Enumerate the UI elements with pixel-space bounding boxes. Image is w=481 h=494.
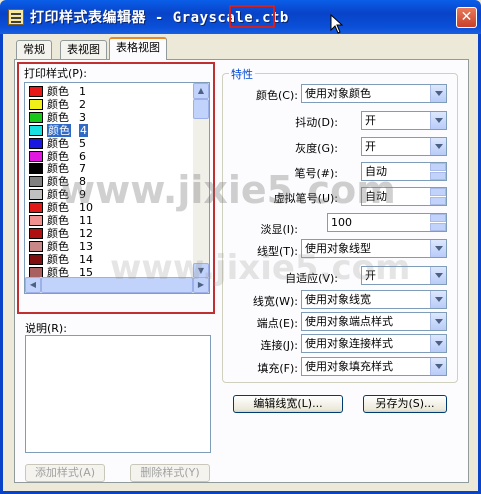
- join-value: 使用对象连接样式: [305, 337, 393, 350]
- list-item-number: 12: [79, 226, 93, 240]
- endcap-select[interactable]: 使用对象端点样式: [301, 312, 447, 331]
- filename-highlight: [229, 5, 275, 28]
- list-item-number: 4: [79, 123, 88, 137]
- screening-spinner[interactable]: 100: [327, 213, 447, 232]
- chevron-down-icon[interactable]: [430, 313, 446, 330]
- spin-down-icon[interactable]: [430, 197, 446, 205]
- join-label: 连接(J):: [260, 339, 298, 352]
- spin-down-icon[interactable]: [430, 223, 446, 231]
- spin-up-icon[interactable]: [430, 188, 446, 196]
- color-swatch: [29, 137, 43, 149]
- styles-list-label: 打印样式(P):: [24, 67, 87, 80]
- color-label: 颜色(C):: [256, 89, 298, 102]
- color-value: 使用对象颜色: [305, 87, 371, 100]
- list-item-name: 颜色: [47, 252, 69, 266]
- color-swatch: [29, 202, 43, 214]
- scroll-thumb[interactable]: [193, 99, 209, 119]
- lineweight-select[interactable]: 使用对象线宽: [301, 290, 447, 309]
- list-item-name: 颜色: [47, 214, 69, 227]
- list-item-name: 颜色: [47, 149, 69, 163]
- list-item-number: 11: [79, 214, 93, 227]
- dither-select[interactable]: 开: [361, 111, 447, 130]
- lineweight-value: 使用对象线宽: [305, 293, 371, 306]
- list-item-name: 颜色: [47, 123, 71, 137]
- color-swatch: [29, 215, 43, 226]
- list-item-number: 1: [79, 85, 86, 98]
- table-editor-icon: [8, 9, 24, 25]
- description-textarea[interactable]: [25, 335, 211, 453]
- grayscale-select[interactable]: 开: [361, 137, 447, 156]
- chevron-down-icon[interactable]: [430, 358, 446, 375]
- lineweight-label: 线宽(W):: [252, 295, 298, 308]
- dither-label: 抖动(D):: [295, 116, 338, 129]
- spin-up-icon[interactable]: [430, 163, 446, 171]
- list-item-name: 颜色: [47, 97, 69, 111]
- color-swatch: [29, 86, 43, 97]
- list-item-number: 6: [79, 149, 86, 163]
- list-item-number: 13: [79, 239, 93, 253]
- list-item-name: 颜色: [47, 110, 69, 124]
- screening-value: 100: [331, 216, 352, 229]
- color-swatch: [29, 111, 43, 123]
- chevron-down-icon[interactable]: [430, 112, 446, 129]
- color-swatch: [29, 266, 43, 278]
- color-swatch: [29, 253, 43, 265]
- tab-general[interactable]: 常规: [16, 40, 52, 59]
- chevron-down-icon[interactable]: [430, 267, 446, 284]
- endcap-label: 端点(E):: [256, 317, 298, 330]
- edit-lineweights-button[interactable]: 编辑线宽(L)...: [233, 395, 343, 413]
- fill-select[interactable]: 使用对象填充样式: [301, 357, 447, 376]
- list-item-name: 颜色: [47, 136, 69, 150]
- fill-label: 填充(F):: [257, 362, 298, 375]
- chevron-down-icon[interactable]: [430, 240, 446, 257]
- color-swatch: [29, 189, 43, 201]
- scroll-up-icon[interactable]: ▲: [193, 83, 209, 99]
- screening-label: 淡显(I):: [260, 223, 298, 236]
- list-item-number: 3: [79, 110, 86, 124]
- tab-form-view[interactable]: 表格视图: [109, 37, 167, 60]
- join-select[interactable]: 使用对象连接样式: [301, 334, 447, 353]
- color-swatch: [29, 98, 43, 110]
- mouse-cursor-icon: [330, 14, 344, 34]
- color-swatch: [29, 176, 43, 188]
- title-bar: 打印样式表编辑器 - Grayscale.ctb ✕: [0, 0, 481, 34]
- description-label: 说明(R):: [25, 322, 67, 335]
- list-item-number: 2: [79, 97, 86, 111]
- chevron-down-icon[interactable]: [430, 291, 446, 308]
- tab-table-view[interactable]: 表视图: [60, 40, 107, 59]
- list-item-name: 颜色: [47, 239, 69, 253]
- color-swatch: [29, 227, 43, 239]
- list-item-name: 颜色: [47, 85, 69, 98]
- add-style-button[interactable]: 添加样式(A): [25, 464, 105, 482]
- dither-value: 开: [365, 114, 376, 127]
- properties-group-label: 特性: [229, 66, 255, 82]
- save-as-button[interactable]: 另存为(S)...: [363, 395, 447, 413]
- color-swatch: [29, 150, 43, 162]
- list-item-number: 5: [79, 136, 86, 150]
- close-button[interactable]: ✕: [456, 7, 477, 28]
- spin-up-icon[interactable]: [430, 214, 446, 222]
- grayscale-label: 灰度(G):: [295, 142, 338, 155]
- grayscale-value: 开: [365, 140, 376, 153]
- chevron-down-icon[interactable]: [430, 138, 446, 155]
- chevron-down-icon[interactable]: [430, 85, 446, 102]
- list-item-number: 14: [79, 252, 93, 266]
- watermark-text: www.jixie5.com: [60, 168, 396, 212]
- color-swatch: [29, 124, 43, 136]
- color-swatch: [29, 163, 43, 175]
- list-item-name: 颜色: [47, 226, 69, 240]
- color-swatch: [29, 240, 43, 252]
- watermark-text: www.jixie5.com: [110, 248, 411, 288]
- color-select[interactable]: 使用对象颜色: [301, 84, 447, 103]
- endcap-value: 使用对象端点样式: [305, 315, 393, 328]
- fill-value: 使用对象填充样式: [305, 360, 393, 373]
- scroll-left-icon[interactable]: ◀: [25, 277, 41, 293]
- chevron-down-icon[interactable]: [430, 335, 446, 352]
- spin-down-icon[interactable]: [430, 172, 446, 180]
- delete-style-button[interactable]: 删除样式(Y): [130, 464, 210, 482]
